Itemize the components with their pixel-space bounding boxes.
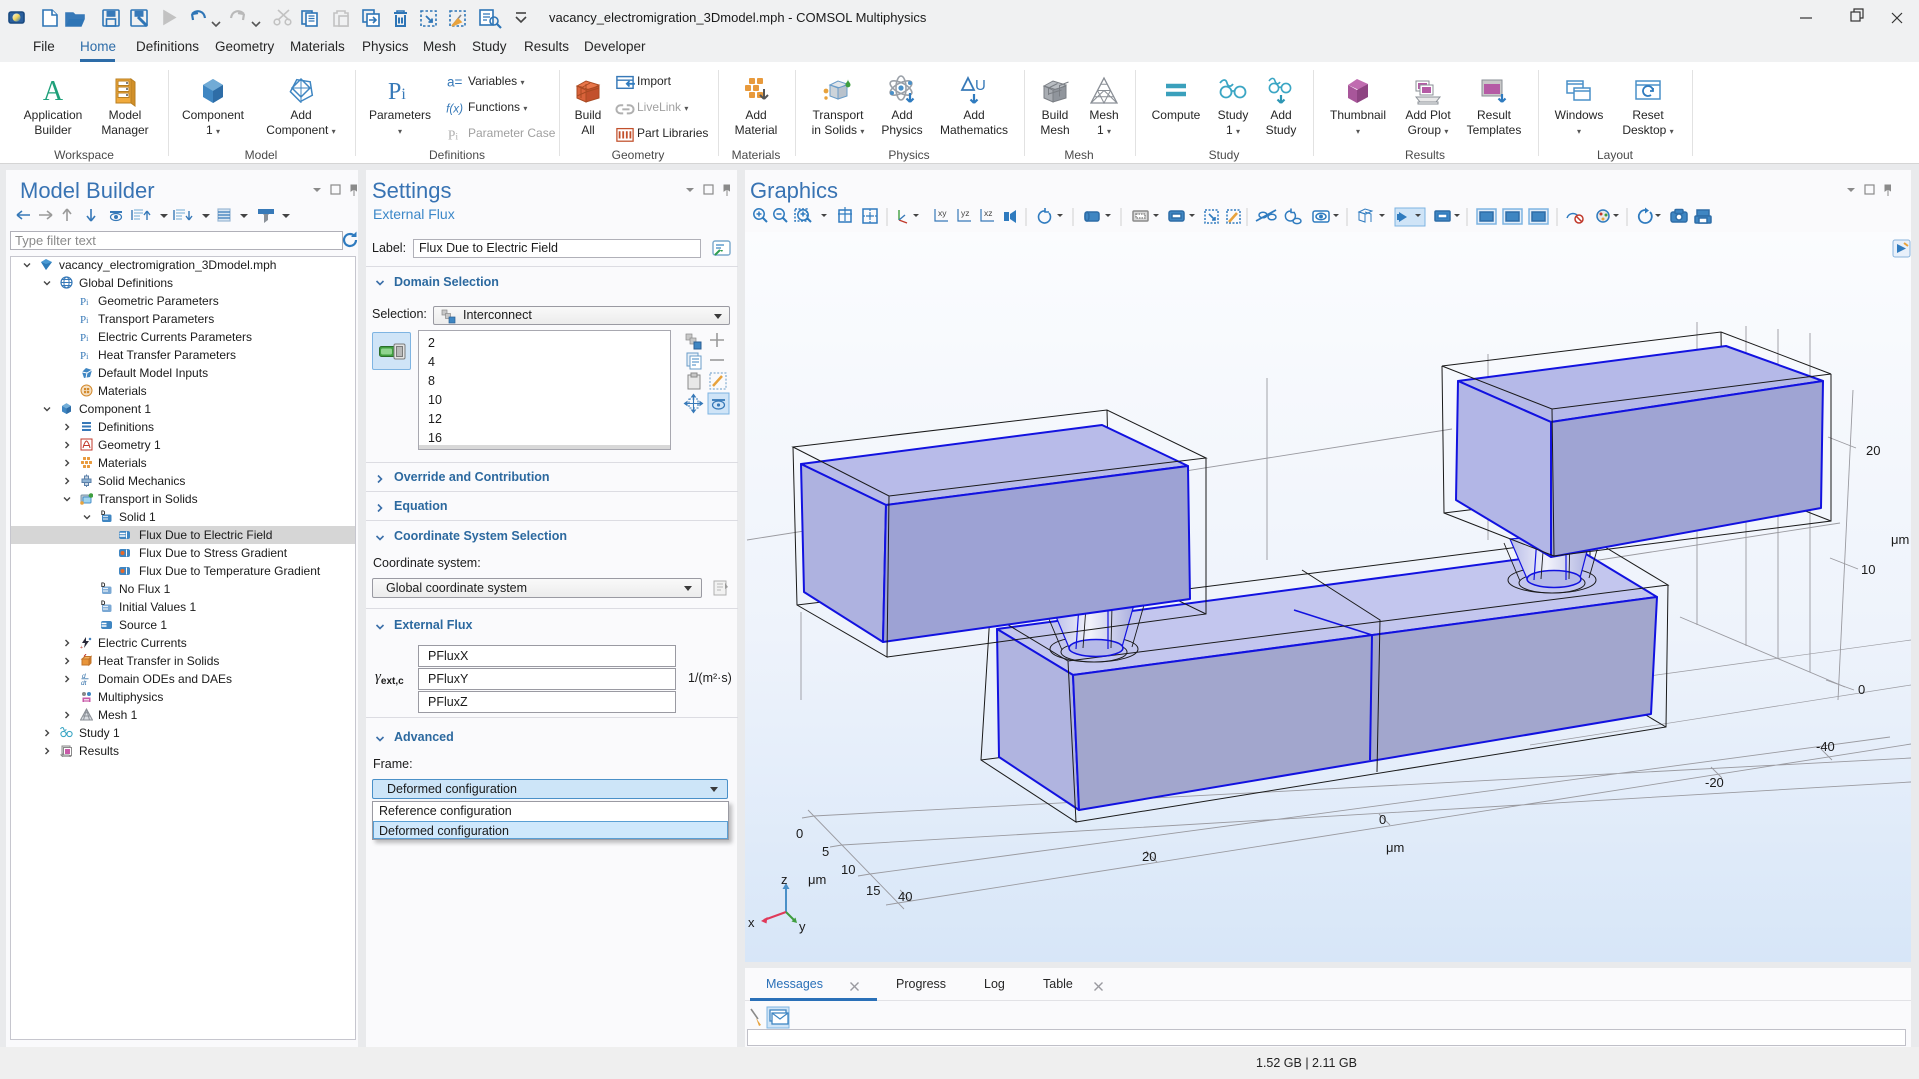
- svg-text:-20: -20: [1705, 775, 1724, 790]
- svg-text:D: D: [101, 601, 106, 607]
- svg-text:U: U: [975, 77, 986, 94]
- svg-text:μm: μm: [808, 872, 826, 887]
- svg-text:0: 0: [796, 826, 803, 841]
- svg-text:20: 20: [1866, 443, 1880, 458]
- svg-text:10: 10: [841, 862, 855, 877]
- svg-text:Pi: Pi: [80, 314, 89, 325]
- svg-text:15: 15: [866, 883, 880, 898]
- svg-text:a=: a=: [447, 75, 463, 90]
- svg-text:Pi: Pi: [448, 127, 459, 142]
- svg-text:Pi: Pi: [388, 79, 406, 105]
- svg-text:xz: xz: [984, 208, 993, 218]
- svg-text:Pi: Pi: [80, 350, 89, 361]
- svg-text:z: z: [781, 872, 788, 887]
- svg-text:μm: μm: [1891, 532, 1909, 547]
- svg-text:20: 20: [1142, 849, 1156, 864]
- svg-text:5: 5: [822, 844, 829, 859]
- svg-text:x: x: [748, 915, 755, 930]
- svg-text:+: +: [80, 645, 83, 649]
- svg-text:0: 0: [1858, 682, 1865, 697]
- svg-text:dt: dt: [81, 680, 88, 685]
- svg-text:Pi: Pi: [80, 296, 89, 307]
- svg-text:40: 40: [898, 889, 912, 904]
- svg-text:y: y: [799, 919, 806, 934]
- svg-text:D: D: [101, 511, 106, 517]
- svg-text:-40: -40: [1816, 739, 1835, 754]
- svg-text:xy: xy: [938, 208, 947, 218]
- svg-text:yz: yz: [961, 208, 970, 218]
- svg-text:Pi: Pi: [80, 332, 89, 343]
- svg-text:0: 0: [1379, 812, 1386, 827]
- svg-text:A: A: [43, 76, 64, 107]
- svg-text:10: 10: [1861, 562, 1875, 577]
- svg-text:μm: μm: [1386, 840, 1404, 855]
- svg-text:f(x): f(x): [446, 103, 463, 116]
- svg-text:D: D: [101, 583, 106, 589]
